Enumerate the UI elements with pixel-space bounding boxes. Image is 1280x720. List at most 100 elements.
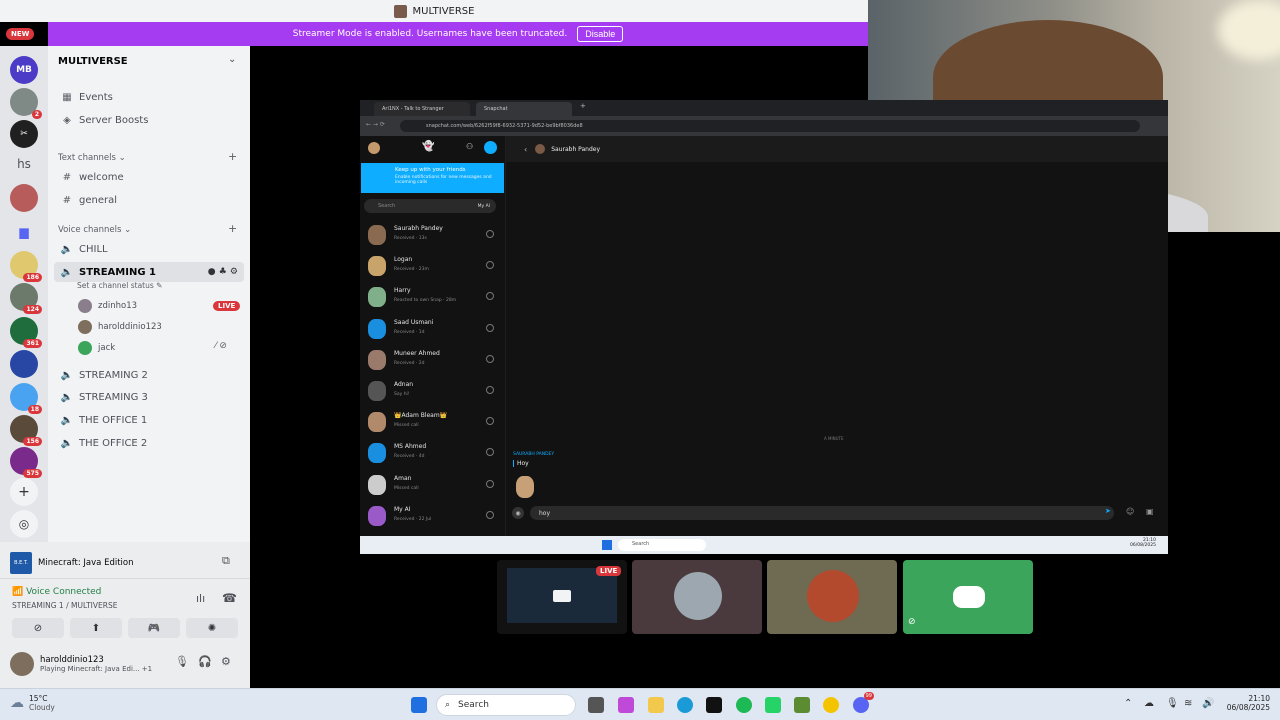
back-icon[interactable]: ‹: [524, 145, 527, 154]
wifi-icon[interactable]: ≋: [1184, 698, 1192, 709]
server-icon[interactable]: [10, 184, 38, 212]
quick-camera-icon[interactable]: [486, 292, 494, 301]
voice-channels-category[interactable]: Voice channels ⌄: [58, 225, 131, 235]
browser-tab-active[interactable]: Snapchat: [476, 102, 572, 116]
noise-suppression-icon[interactable]: ılı: [196, 592, 205, 605]
microphone-icon[interactable]: 🎙: [175, 655, 189, 668]
voice-channel-the-office-1[interactable]: 🔈 THE OFFICE 1: [54, 410, 244, 430]
quick-camera-icon[interactable]: [486, 230, 494, 238]
new-badge[interactable]: NEW: [6, 28, 35, 40]
tiktok-icon[interactable]: [706, 697, 722, 713]
voice-channel-streaming-2[interactable]: 🔈 STREAMING 2: [54, 365, 244, 385]
quick-camera-icon[interactable]: [486, 354, 494, 363]
headphones-icon[interactable]: 🎧: [198, 655, 212, 668]
channel-actions-icons[interactable]: ● ♣ ⚙: [208, 267, 238, 277]
discord-icon[interactable]: 99: [853, 692, 874, 713]
add-server-icon[interactable]: +: [10, 478, 38, 506]
snap-contact[interactable]: My AI Received · 22 Jul: [360, 501, 505, 531]
address-bar[interactable]: snapchat.com/web/6262f59f8-6932-5371-9d5…: [400, 120, 1140, 132]
quick-camera-icon[interactable]: [486, 261, 494, 270]
snap-contact[interactable]: Saurabh Pandey Received · 13s: [360, 220, 505, 250]
send-icon[interactable]: ➤: [1105, 507, 1111, 515]
server-icon[interactable]: 186: [10, 251, 42, 282]
snap-contact[interactable]: Logan Received · 23m: [360, 251, 505, 281]
gear-icon[interactable]: ⚙: [221, 655, 231, 668]
server-icon-multiverse[interactable]: MB: [10, 56, 38, 84]
quick-camera-icon[interactable]: [486, 448, 494, 457]
folder-icon[interactable]: ▆: [10, 218, 38, 246]
add-voice-channel-icon[interactable]: +: [228, 222, 237, 235]
add-text-channel-icon[interactable]: +: [228, 150, 237, 163]
taskbar-clock[interactable]: 21:10 06/08/2025: [1222, 694, 1270, 712]
participant-tile-jack[interactable]: ⊘: [903, 560, 1033, 634]
voice-channel-chill[interactable]: 🔈 CHILL: [54, 239, 244, 259]
voice-channel-streaming-3[interactable]: 🔈 STREAMING 3: [54, 387, 244, 407]
channel-general[interactable]: # general: [54, 190, 244, 210]
voice-user-jack[interactable]: jack: [78, 339, 115, 357]
windows-start-icon[interactable]: [411, 697, 427, 713]
network-icon[interactable]: ☁: [1144, 698, 1154, 709]
voice-channel-streaming-1[interactable]: 🔈 STREAMING 1 ● ♣ ⚙: [54, 262, 244, 282]
add-friend-icon[interactable]: ⚇: [466, 142, 473, 151]
voice-location[interactable]: STREAMING 1 / MULTIVERSE: [12, 601, 117, 610]
task-view-icon[interactable]: [588, 697, 604, 713]
voice-user-harolddinio123[interactable]: harolddinio123: [78, 318, 162, 336]
new-chat-icon[interactable]: [484, 141, 497, 154]
shared-screen[interactable]: Ari1NX - Talk to Stranger Snapchat + ← →…: [360, 100, 1168, 554]
quick-camera-icon[interactable]: [486, 323, 494, 332]
notification-banner[interactable]: Keep up with your friends Enable notific…: [361, 163, 504, 193]
snap-search-input[interactable]: Search My AI: [364, 199, 496, 213]
soundboard-button[interactable]: ✺: [186, 618, 238, 638]
quick-camera-icon[interactable]: [486, 417, 494, 426]
participant-tile-zdinho13[interactable]: [632, 560, 762, 634]
sticker-icon[interactable]: ▣: [1146, 507, 1154, 516]
server-icon[interactable]: [10, 350, 38, 378]
volume-icon[interactable]: 🔊: [1202, 698, 1214, 709]
norton-icon[interactable]: [823, 697, 839, 713]
server-icon[interactable]: 575: [10, 447, 42, 478]
server-icon[interactable]: ✂: [10, 120, 38, 148]
tray-overflow-icon[interactable]: ⌃: [1124, 698, 1132, 709]
share-screen-button[interactable]: ⬆: [70, 618, 122, 638]
rich-presence[interactable]: B.E.T. Minecraft: Java Edition: [10, 552, 134, 574]
quick-camera-icon[interactable]: [486, 386, 494, 394]
server-icon-hs[interactable]: hs: [10, 150, 38, 178]
server-icon[interactable]: 2: [10, 88, 42, 119]
server-icon[interactable]: 156: [10, 415, 42, 446]
new-tab-icon[interactable]: +: [580, 102, 586, 110]
emoji-icon[interactable]: ☺: [1126, 507, 1134, 516]
text-channels-category[interactable]: Text channels ⌄: [58, 153, 126, 163]
spotify-icon[interactable]: [736, 697, 752, 713]
file-explorer-icon[interactable]: [648, 697, 664, 713]
snap-contact[interactable]: 👑Adam Bleam👑 Missed call: [360, 407, 505, 437]
snap-contact[interactable]: Muneer Ahmed Received · 2d: [360, 345, 505, 375]
taskbar-search[interactable]: ⌕ Search: [436, 694, 576, 716]
edge-icon[interactable]: [677, 697, 693, 713]
screen-share-icon[interactable]: ⧉: [222, 554, 230, 568]
bitmoji-avatar[interactable]: [368, 142, 380, 154]
message-input[interactable]: hoy: [530, 506, 1114, 520]
nav-server-boosts[interactable]: ◈ Server Boosts: [54, 110, 244, 130]
snap-contact[interactable]: Saad Usmani Received · 1d: [360, 314, 505, 344]
voice-connected-status[interactable]: 📶 Voice Connected: [12, 587, 101, 597]
camera-icon[interactable]: ◉: [512, 507, 524, 519]
channel-status-hint[interactable]: Set a channel status ✎: [77, 281, 162, 290]
my-ai-shortcut[interactable]: My AI: [478, 204, 490, 209]
minecraft-icon[interactable]: [794, 697, 810, 713]
snap-contact[interactable]: Adnan Say hi!: [360, 376, 505, 406]
nav-events[interactable]: ▦ Events: [54, 87, 244, 107]
nav-arrows-icon[interactable]: ← → ⟳: [366, 121, 385, 128]
weather-widget[interactable]: ☁ 15°C Cloudy: [10, 694, 55, 712]
snap-contact[interactable]: MS Ahmed Received · 4d: [360, 438, 505, 468]
voice-user-zdinho13[interactable]: zdinho13: [78, 297, 137, 315]
browser-tab[interactable]: Ari1NX - Talk to Stranger: [374, 102, 470, 116]
chevron-down-icon[interactable]: ⌄: [228, 54, 236, 65]
activities-button[interactable]: 🎮: [128, 618, 180, 638]
discover-icon[interactable]: ◎: [10, 510, 38, 538]
camera-button[interactable]: ⊘: [12, 618, 64, 638]
server-icon[interactable]: 18: [10, 383, 42, 414]
voice-channel-the-office-2[interactable]: 🔈 THE OFFICE 2: [54, 433, 244, 453]
disconnect-icon[interactable]: ☎: [222, 591, 237, 605]
current-user[interactable]: harolddinio123 Playing Minecraft: Java E…: [10, 652, 152, 676]
disable-streamer-mode-button[interactable]: Disable: [577, 26, 624, 42]
